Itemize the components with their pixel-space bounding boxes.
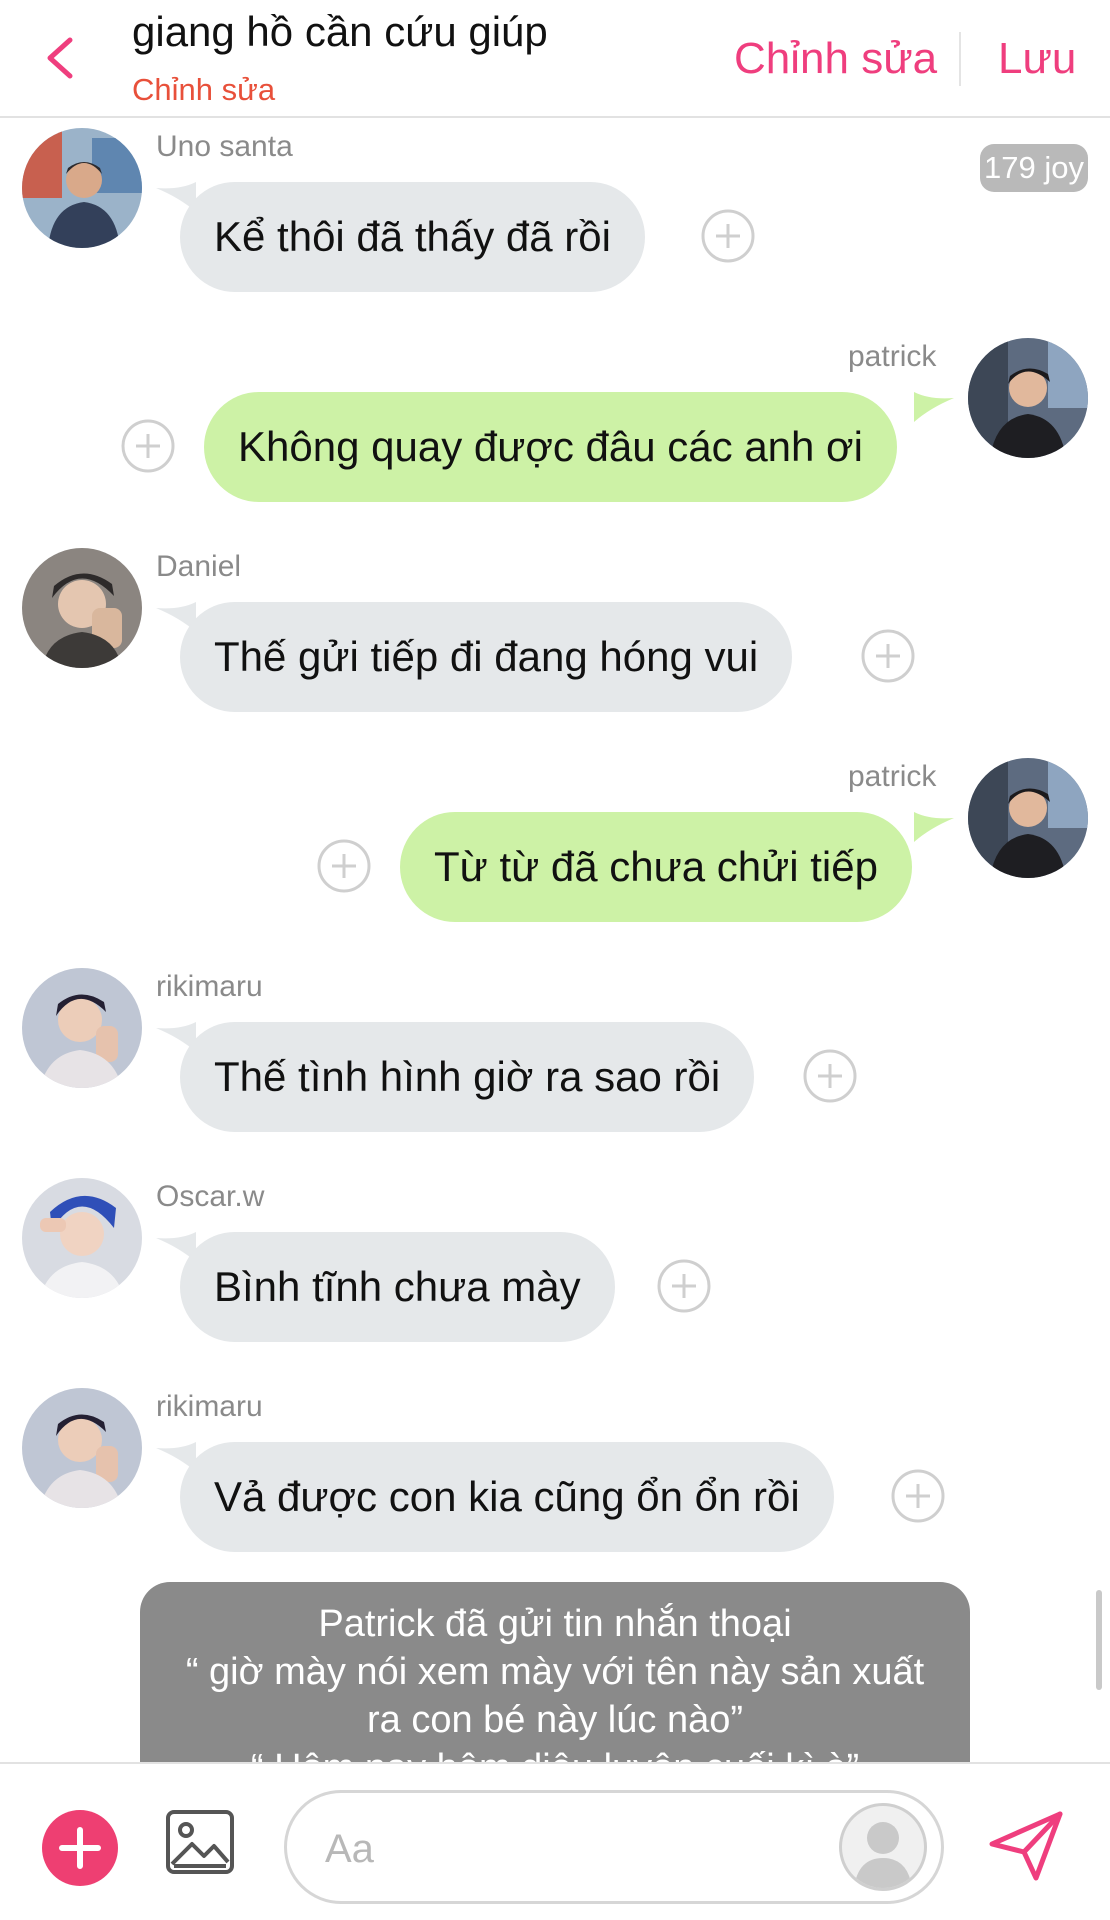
message-bubble[interactable]: Bình tĩnh chưa mày — [180, 1232, 615, 1342]
add-reaction-button[interactable] — [120, 418, 176, 474]
message-input[interactable] — [325, 1821, 805, 1877]
chevron-left-icon — [47, 37, 73, 79]
image-button[interactable] — [164, 1808, 236, 1876]
add-reaction-button[interactable] — [656, 1258, 712, 1314]
avatar[interactable] — [22, 1178, 142, 1298]
sender-name: Oscar.w — [156, 1180, 265, 1213]
message-input-wrapper[interactable] — [284, 1790, 944, 1904]
chat-subtitle[interactable]: Chỉnh sửa — [132, 72, 275, 108]
chat-header: giang hồ cần cứu giúp Chỉnh sửa Chỉnh sử… — [0, 0, 1110, 118]
message-bubble[interactable]: Thế tình hình giờ ra sao rồi — [180, 1022, 755, 1132]
avatar[interactable] — [22, 548, 142, 668]
sender-name: Daniel — [156, 550, 242, 583]
back-button[interactable] — [38, 30, 82, 86]
add-button[interactable] — [42, 1810, 118, 1886]
bubble-tail — [914, 392, 954, 422]
message-bubble[interactable]: Không quay được đâu các anh ơi — [204, 392, 897, 502]
sender-name: patrick — [848, 340, 937, 373]
notice-line: Patrick đã gửi tin nhắn thoại — [318, 1603, 792, 1645]
add-reaction-button[interactable] — [860, 628, 916, 684]
avatar[interactable] — [968, 758, 1088, 878]
sender-name: rikimaru — [156, 1390, 263, 1423]
scrollbar[interactable] — [1096, 1590, 1102, 1690]
sender-name: rikimaru — [156, 970, 263, 1003]
send-icon — [989, 1811, 1063, 1881]
joy-badge: 179 joy — [980, 144, 1088, 192]
avatar-placeholder-icon — [854, 1822, 912, 1888]
notice-line: ra con bé này lúc nào” — [366, 1699, 743, 1741]
notice-line: “ Hôm nay hôm diêu luyện cuối kì à” — [140, 1744, 970, 1762]
avatar[interactable] — [22, 968, 142, 1088]
notice-line: “ giờ mày nói xem mày với tên này sản xu… — [185, 1651, 925, 1693]
add-reaction-button[interactable] — [802, 1048, 858, 1104]
send-button[interactable] — [986, 1808, 1066, 1884]
avatar[interactable] — [22, 1388, 142, 1508]
chat-title: giang hồ cần cứu giúp — [132, 8, 548, 55]
composer-bar — [0, 1762, 1110, 1920]
add-reaction-button[interactable] — [700, 208, 756, 264]
message-bubble[interactable]: Từ từ đã chưa chửi tiếp — [400, 812, 912, 922]
plus-icon — [59, 1827, 101, 1869]
bubble-tail — [914, 812, 954, 842]
add-reaction-button[interactable] — [890, 1468, 946, 1524]
avatar[interactable] — [968, 338, 1088, 458]
avatar[interactable] — [22, 128, 142, 248]
message-bubble[interactable]: Thế gửi tiếp đi đang hóng vui — [180, 602, 793, 712]
sender-name: Uno santa — [156, 130, 293, 163]
sender-name: patrick — [848, 760, 937, 793]
header-divider — [959, 32, 961, 86]
image-icon — [166, 1810, 234, 1874]
message-bubble[interactable]: Vả được con kia cũng ổn ổn rồi — [180, 1442, 834, 1552]
message-bubble[interactable]: Kể thôi đã thấy đã rồi — [180, 182, 645, 292]
save-button[interactable]: Lưu — [998, 34, 1076, 84]
profile-avatar[interactable] — [839, 1803, 927, 1891]
add-reaction-button[interactable] — [316, 838, 372, 894]
edit-button[interactable]: Chỉnh sửa — [734, 34, 937, 84]
system-notice: Patrick đã gửi tin nhắn thoại “ giờ mày … — [140, 1582, 970, 1762]
